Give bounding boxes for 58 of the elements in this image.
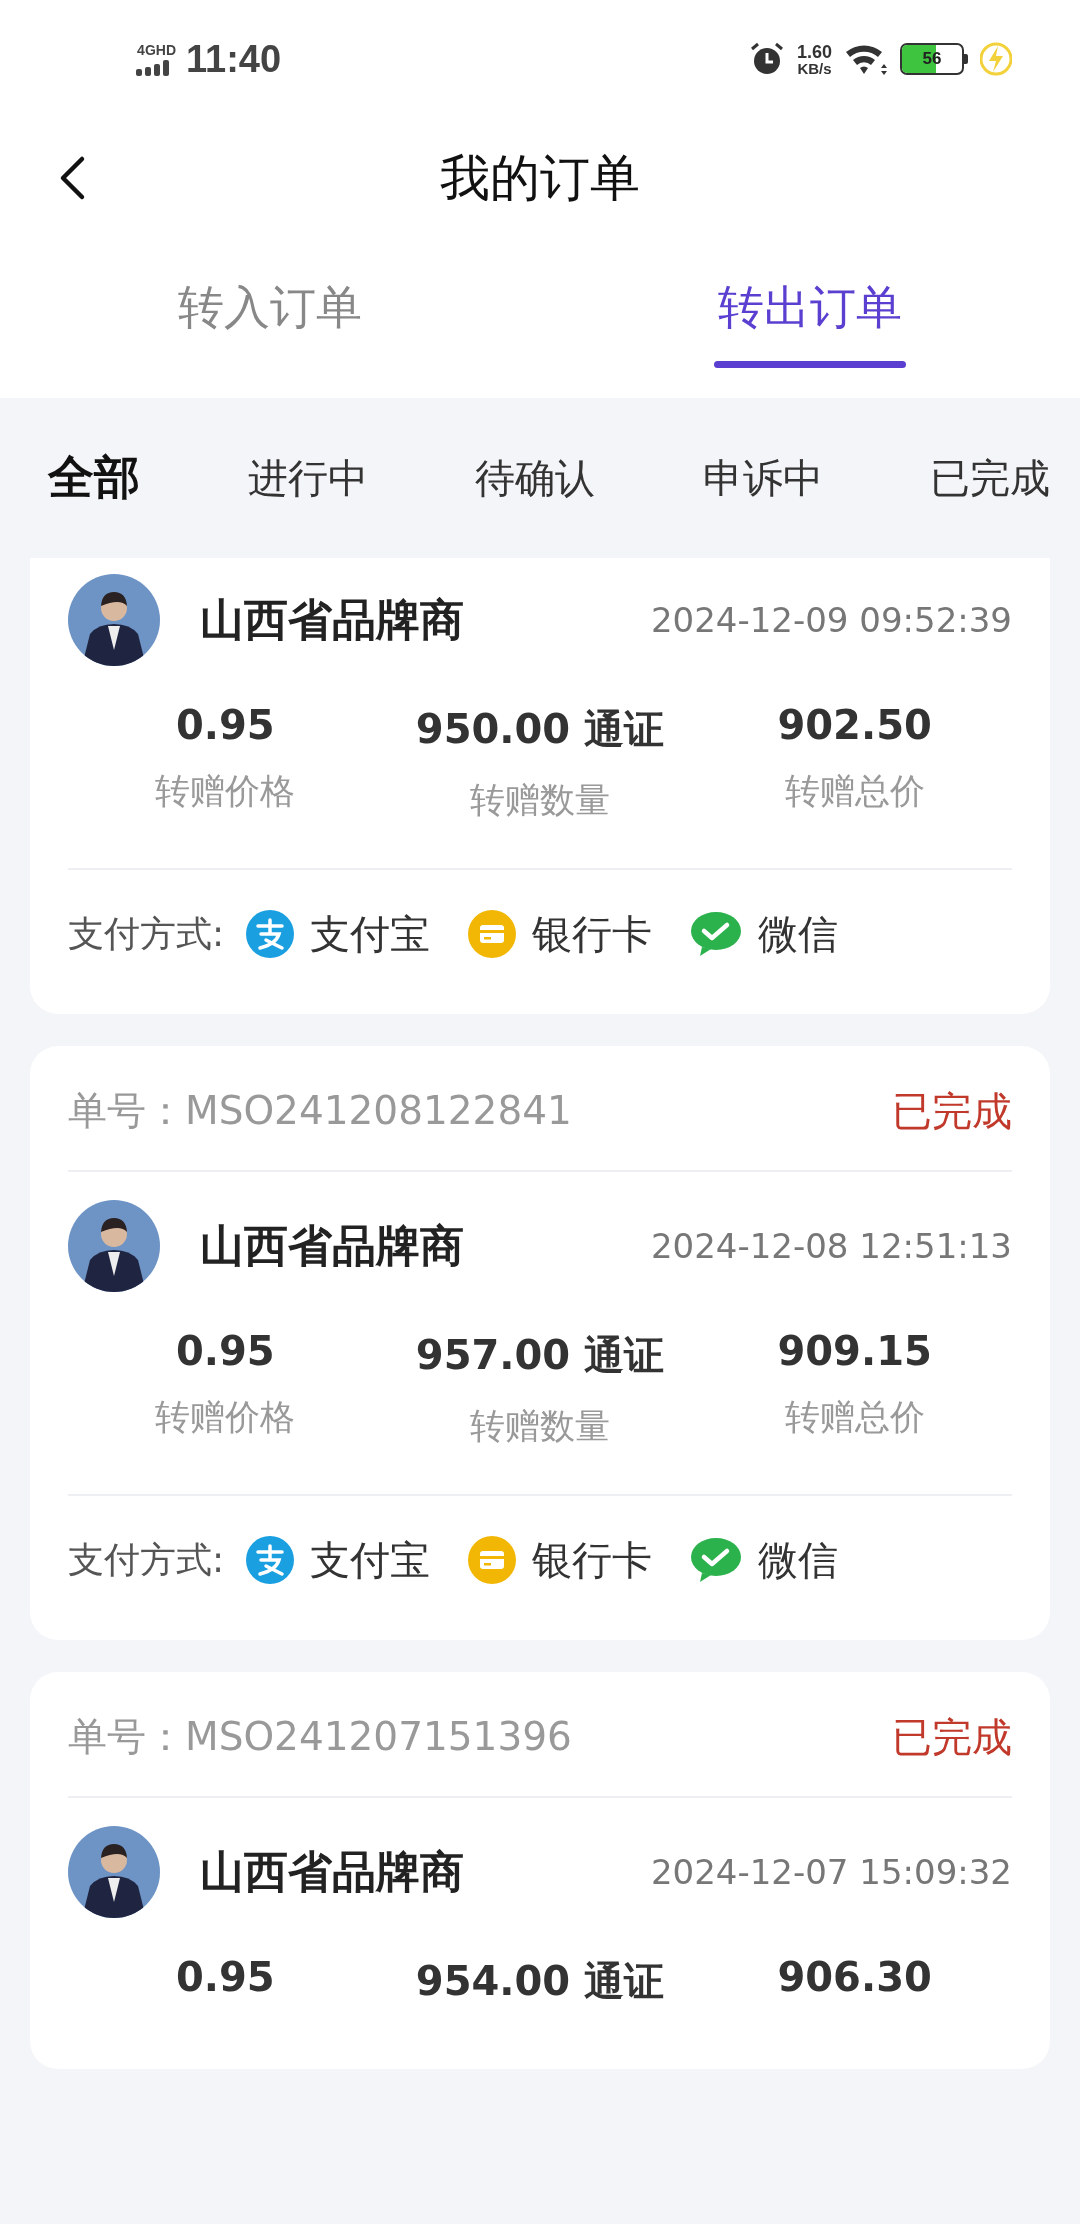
bank-card-icon [468,910,517,958]
stat-label: 转赠数量 [470,1405,610,1448]
alarm-icon [748,41,785,77]
alipay-icon [246,910,295,958]
speed-unit: KB/s [797,60,832,76]
payment-method: 微信 [758,909,839,959]
order-status: 已完成 [892,1086,1012,1136]
order-number: 单号：MSO241207151396 [68,1713,572,1761]
filter-tab[interactable]: 进行中 [247,450,368,506]
stat-value: 0.95 [175,1328,275,1374]
order-status: 已完成 [892,1712,1012,1762]
order-card[interactable]: 单号：MSO241208122841 已完成 山西省品牌商 2024-12-08 12:51:13 0.95 转赠价格 957.00 通证 转赠数量 909.15 转赠总价 支付方式: 支付宝 银行卡 微信 [30,1046,1050,1640]
filter-tab[interactable]: 全部 [48,447,140,509]
back-icon[interactable] [58,155,86,201]
wechat-icon [690,1537,743,1583]
wifi-icon [844,42,888,76]
payment-label: 支付方式: [68,1537,225,1582]
stat-label: 转赠数量 [470,779,610,822]
stat-value: 909.15 [777,1328,932,1374]
filter-tab[interactable]: 已完成 [930,450,1050,506]
payment-method: 支付宝 [310,909,431,959]
order-card[interactable]: 单号：MSO241207151396 已完成 山西省品牌商 2024-12-07 15:09:32 0.95 954.00 通证 906.30 [30,1672,1050,2069]
payment-method: 微信 [758,1535,839,1585]
stat-value: 906.30 [777,1954,932,2000]
filter-tab[interactable]: 申诉中 [702,450,823,506]
charging-icon [980,41,1012,77]
stat-label: 转赠总价 [784,770,925,813]
stat-value: 950.00 通证 [415,705,665,754]
order-time: 2024-12-09 09:52:39 [650,600,1012,640]
stat-value: 957.00 通证 [415,1331,665,1380]
payment-method: 银行卡 [532,909,653,959]
speed-value: 1.60 [796,42,832,61]
stat-value: 0.95 [175,1954,275,2000]
clock-time: 11:40 [186,37,282,81]
bank-card-icon [468,1536,517,1584]
payment-method: 支付宝 [310,1535,431,1585]
stat-label: 转赠价格 [155,770,296,813]
page-title: 我的订单 [440,147,640,209]
order-number: 单号：MSO241208122841 [68,1087,572,1135]
stat-value: 902.50 [777,702,932,748]
payment-label: 支付方式: [68,911,225,956]
order-time: 2024-12-08 12:51:13 [650,1226,1012,1266]
wechat-icon [690,911,743,957]
stat-value: 0.95 [175,702,275,748]
order-tab[interactable]: 转出订单 [540,238,1080,398]
user-name: 山西省品牌商 [200,592,465,647]
alipay-icon [246,1536,295,1584]
stat-label: 转赠价格 [155,1396,296,1439]
network-type: 4GHD [137,42,176,58]
stat-label: 转赠总价 [784,1396,925,1439]
payment-method: 银行卡 [532,1535,653,1585]
order-time: 2024-12-07 15:09:32 [650,1852,1012,1892]
filter-tab[interactable]: 待确认 [475,450,595,506]
order-tab[interactable]: 转入订单 [0,238,540,398]
stat-value: 954.00 通证 [415,1957,665,2006]
user-name: 山西省品牌商 [200,1844,465,1899]
user-name: 山西省品牌商 [200,1218,465,1273]
order-card[interactable]: 山西省品牌商 2024-12-09 09:52:39 0.95 转赠价格 950.00 通证 转赠数量 902.50 转赠总价 支付方式: 支付宝 银行卡 微信 [30,558,1050,1014]
